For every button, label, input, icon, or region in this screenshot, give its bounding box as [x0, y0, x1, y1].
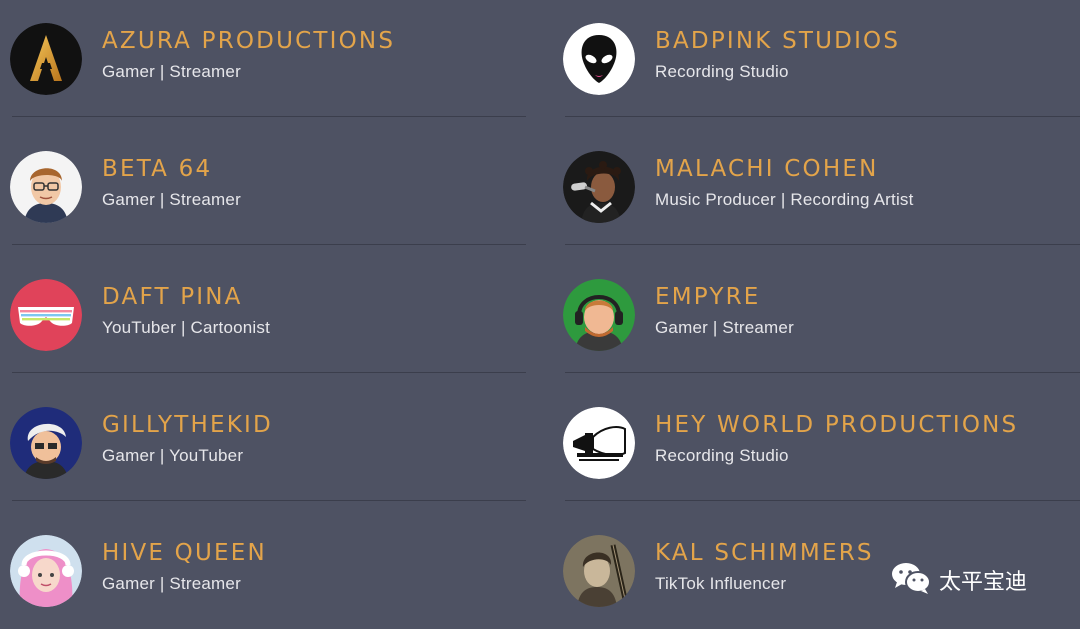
row-divider: [12, 372, 526, 373]
list-item[interactable]: GILLYTHEKID Gamer | YouTuber: [10, 384, 540, 512]
cartoon-character-avatar: [10, 407, 82, 479]
partner-role: TikTok Influencer: [655, 574, 787, 593]
partner-name[interactable]: AZURA PRODUCTIONS: [102, 28, 395, 54]
right-column: BADPINK STUDIOS Recording Studio MALACHI…: [563, 0, 1080, 629]
row-divider: [565, 116, 1080, 117]
shutter-shades-icon: [10, 279, 82, 351]
person-with-glasses-avatar: [10, 151, 82, 223]
partner-role: YouTuber | Cartoonist: [102, 318, 271, 337]
partner-name[interactable]: KAL SCHIMMERS: [655, 540, 874, 566]
partner-name[interactable]: BADPINK STUDIOS: [655, 28, 900, 54]
partner-role: Music Producer | Recording Artist: [655, 190, 914, 209]
megaphone-logo-icon: [563, 407, 635, 479]
list-item[interactable]: BADPINK STUDIOS Recording Studio: [563, 0, 1080, 128]
watermark: 太平宝迪: [891, 560, 1027, 600]
row-divider: [565, 244, 1080, 245]
gold-a-logo-icon: [10, 23, 82, 95]
partner-role: Gamer | Streamer: [102, 190, 241, 209]
partner-role: Gamer | Streamer: [102, 62, 241, 81]
left-column: AZURA PRODUCTIONS Gamer | Streamer BETA …: [10, 0, 540, 629]
singer-with-microphone-avatar: [563, 151, 635, 223]
partner-name[interactable]: HEY WORLD PRODUCTIONS: [655, 412, 1018, 438]
partner-role: Gamer | YouTuber: [102, 446, 244, 465]
partner-name[interactable]: HIVE QUEEN: [102, 540, 267, 566]
partner-name[interactable]: EMPYRE: [655, 284, 761, 310]
partner-name[interactable]: GILLYTHEKID: [102, 412, 273, 438]
row-divider: [565, 500, 1080, 501]
list-item[interactable]: MALACHI COHEN Music Producer | Recording…: [563, 128, 1080, 256]
row-divider: [12, 500, 526, 501]
partner-role: Gamer | Streamer: [102, 574, 241, 593]
watermark-text: 太平宝迪: [939, 570, 1028, 595]
list-item[interactable]: EMPYRE Gamer | Streamer: [563, 256, 1080, 384]
list-item[interactable]: AZURA PRODUCTIONS Gamer | Streamer: [10, 0, 540, 128]
partner-role: Gamer | Streamer: [655, 318, 794, 337]
row-divider: [12, 116, 526, 117]
row-divider: [12, 244, 526, 245]
partner-name[interactable]: BETA 64: [102, 156, 212, 182]
list-item[interactable]: HEY WORLD PRODUCTIONS Recording Studio: [563, 384, 1080, 512]
list-item[interactable]: HIVE QUEEN Gamer | Streamer: [10, 512, 540, 629]
partner-role: Recording Studio: [655, 62, 789, 81]
person-with-headset-avatar: [563, 279, 635, 351]
partner-grid: AZURA PRODUCTIONS Gamer | Streamer BETA …: [0, 0, 1080, 629]
list-item[interactable]: DAFT PINA YouTuber | Cartoonist: [10, 256, 540, 384]
row-divider: [565, 372, 1080, 373]
list-item[interactable]: BETA 64 Gamer | Streamer: [10, 128, 540, 256]
partner-name[interactable]: DAFT PINA: [102, 284, 243, 310]
alien-head-icon: [563, 23, 635, 95]
person-with-guitar-avatar: [563, 535, 635, 607]
pink-hair-gamer-avatar: [10, 535, 82, 607]
partner-directory-page: AZURA PRODUCTIONS Gamer | Streamer BETA …: [0, 0, 1080, 629]
partner-name[interactable]: MALACHI COHEN: [655, 156, 879, 182]
partner-role: Recording Studio: [655, 446, 789, 465]
wechat-icon: [891, 561, 931, 599]
